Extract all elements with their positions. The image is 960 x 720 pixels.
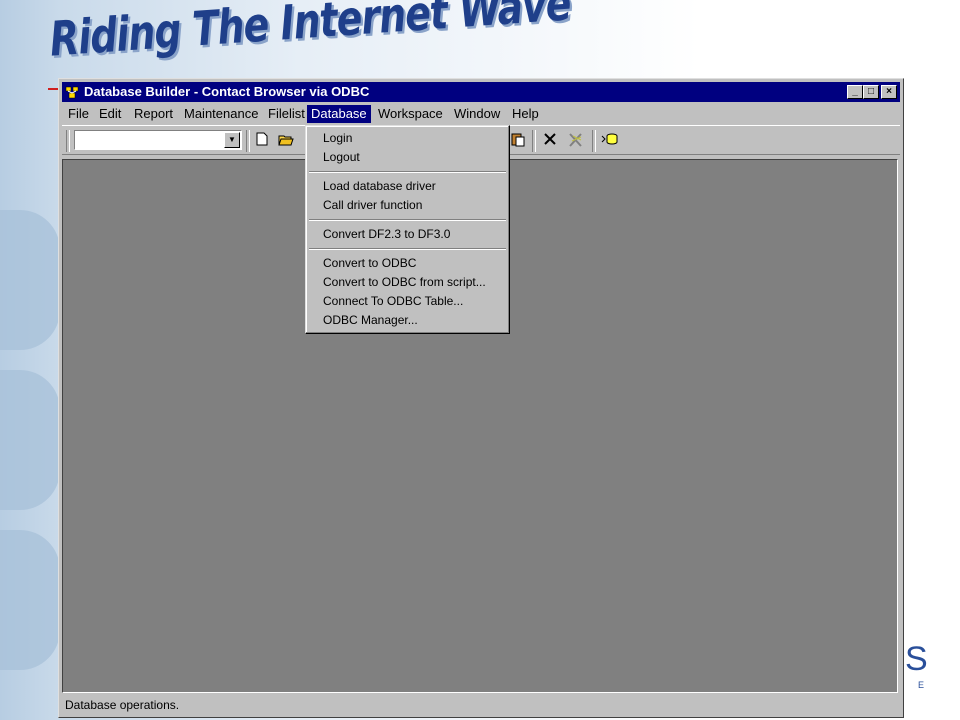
toolbar-separator — [532, 130, 536, 152]
menu-window[interactable]: Window — [450, 105, 504, 123]
toolbar-separator — [66, 130, 70, 152]
view-selector-combo[interactable]: ▼ — [74, 130, 242, 150]
slide-logo-sub: E — [918, 680, 925, 690]
menu-item-login[interactable]: Login — [323, 129, 352, 147]
menu-help[interactable]: Help — [508, 105, 543, 123]
menu-filelist[interactable]: Filelist — [264, 105, 309, 123]
menu-item-convert-odbc-script[interactable]: Convert to ODBC from script... — [323, 273, 486, 291]
slide-decoration — [0, 530, 60, 670]
close-button[interactable]: × — [881, 85, 897, 99]
slide-dash — [48, 88, 58, 90]
menu-item-connect-odbc-table[interactable]: Connect To ODBC Table... — [323, 292, 463, 310]
new-document-icon[interactable] — [252, 132, 272, 150]
title-bar[interactable]: Database Builder - Contact Browser via O… — [62, 82, 900, 102]
menu-item-odbc-manager[interactable]: ODBC Manager... — [323, 311, 418, 329]
menu-separator — [309, 219, 506, 221]
menu-separator — [309, 248, 506, 250]
menu-edit[interactable]: Edit — [95, 105, 125, 123]
menu-item-call-driver-function[interactable]: Call driver function — [323, 196, 422, 214]
database-connect-icon[interactable] — [600, 132, 620, 150]
status-bar: Database operations. — [65, 698, 180, 712]
database-app-icon[interactable] — [65, 85, 79, 99]
paste-icon[interactable] — [508, 132, 528, 150]
combo-dropdown-button[interactable]: ▼ — [224, 132, 240, 148]
clear-all-icon[interactable] — [566, 132, 586, 150]
menu-item-convert-odbc[interactable]: Convert to ODBC — [323, 254, 416, 272]
menu-item-load-driver[interactable]: Load database driver — [323, 177, 436, 195]
menu-bar: File Edit Report Maintenance Filelist Da… — [62, 103, 900, 123]
slide-logo: S — [905, 640, 928, 678]
menu-database[interactable]: Database — [307, 105, 371, 123]
menu-workspace[interactable]: Workspace — [374, 105, 447, 123]
delete-icon[interactable] — [540, 132, 560, 150]
menu-file[interactable]: File — [64, 105, 93, 123]
menu-item-logout[interactable]: Logout — [323, 148, 360, 166]
toolbar-separator — [246, 130, 250, 152]
menu-maintenance[interactable]: Maintenance — [180, 105, 262, 123]
menu-report[interactable]: Report — [130, 105, 177, 123]
slide-decoration — [0, 210, 60, 350]
menu-separator — [309, 171, 506, 173]
toolbar-separator — [592, 130, 596, 152]
maximize-button[interactable]: □ — [863, 85, 879, 99]
slide-decoration — [0, 370, 60, 510]
open-folder-icon[interactable] — [276, 132, 296, 150]
minimize-button[interactable]: _ — [847, 85, 863, 99]
database-menu-dropdown: Login Logout Load database driver Call d… — [305, 125, 510, 334]
window-title: Database Builder - Contact Browser via O… — [84, 84, 370, 99]
menu-item-convert-df[interactable]: Convert DF2.3 to DF3.0 — [323, 225, 450, 243]
